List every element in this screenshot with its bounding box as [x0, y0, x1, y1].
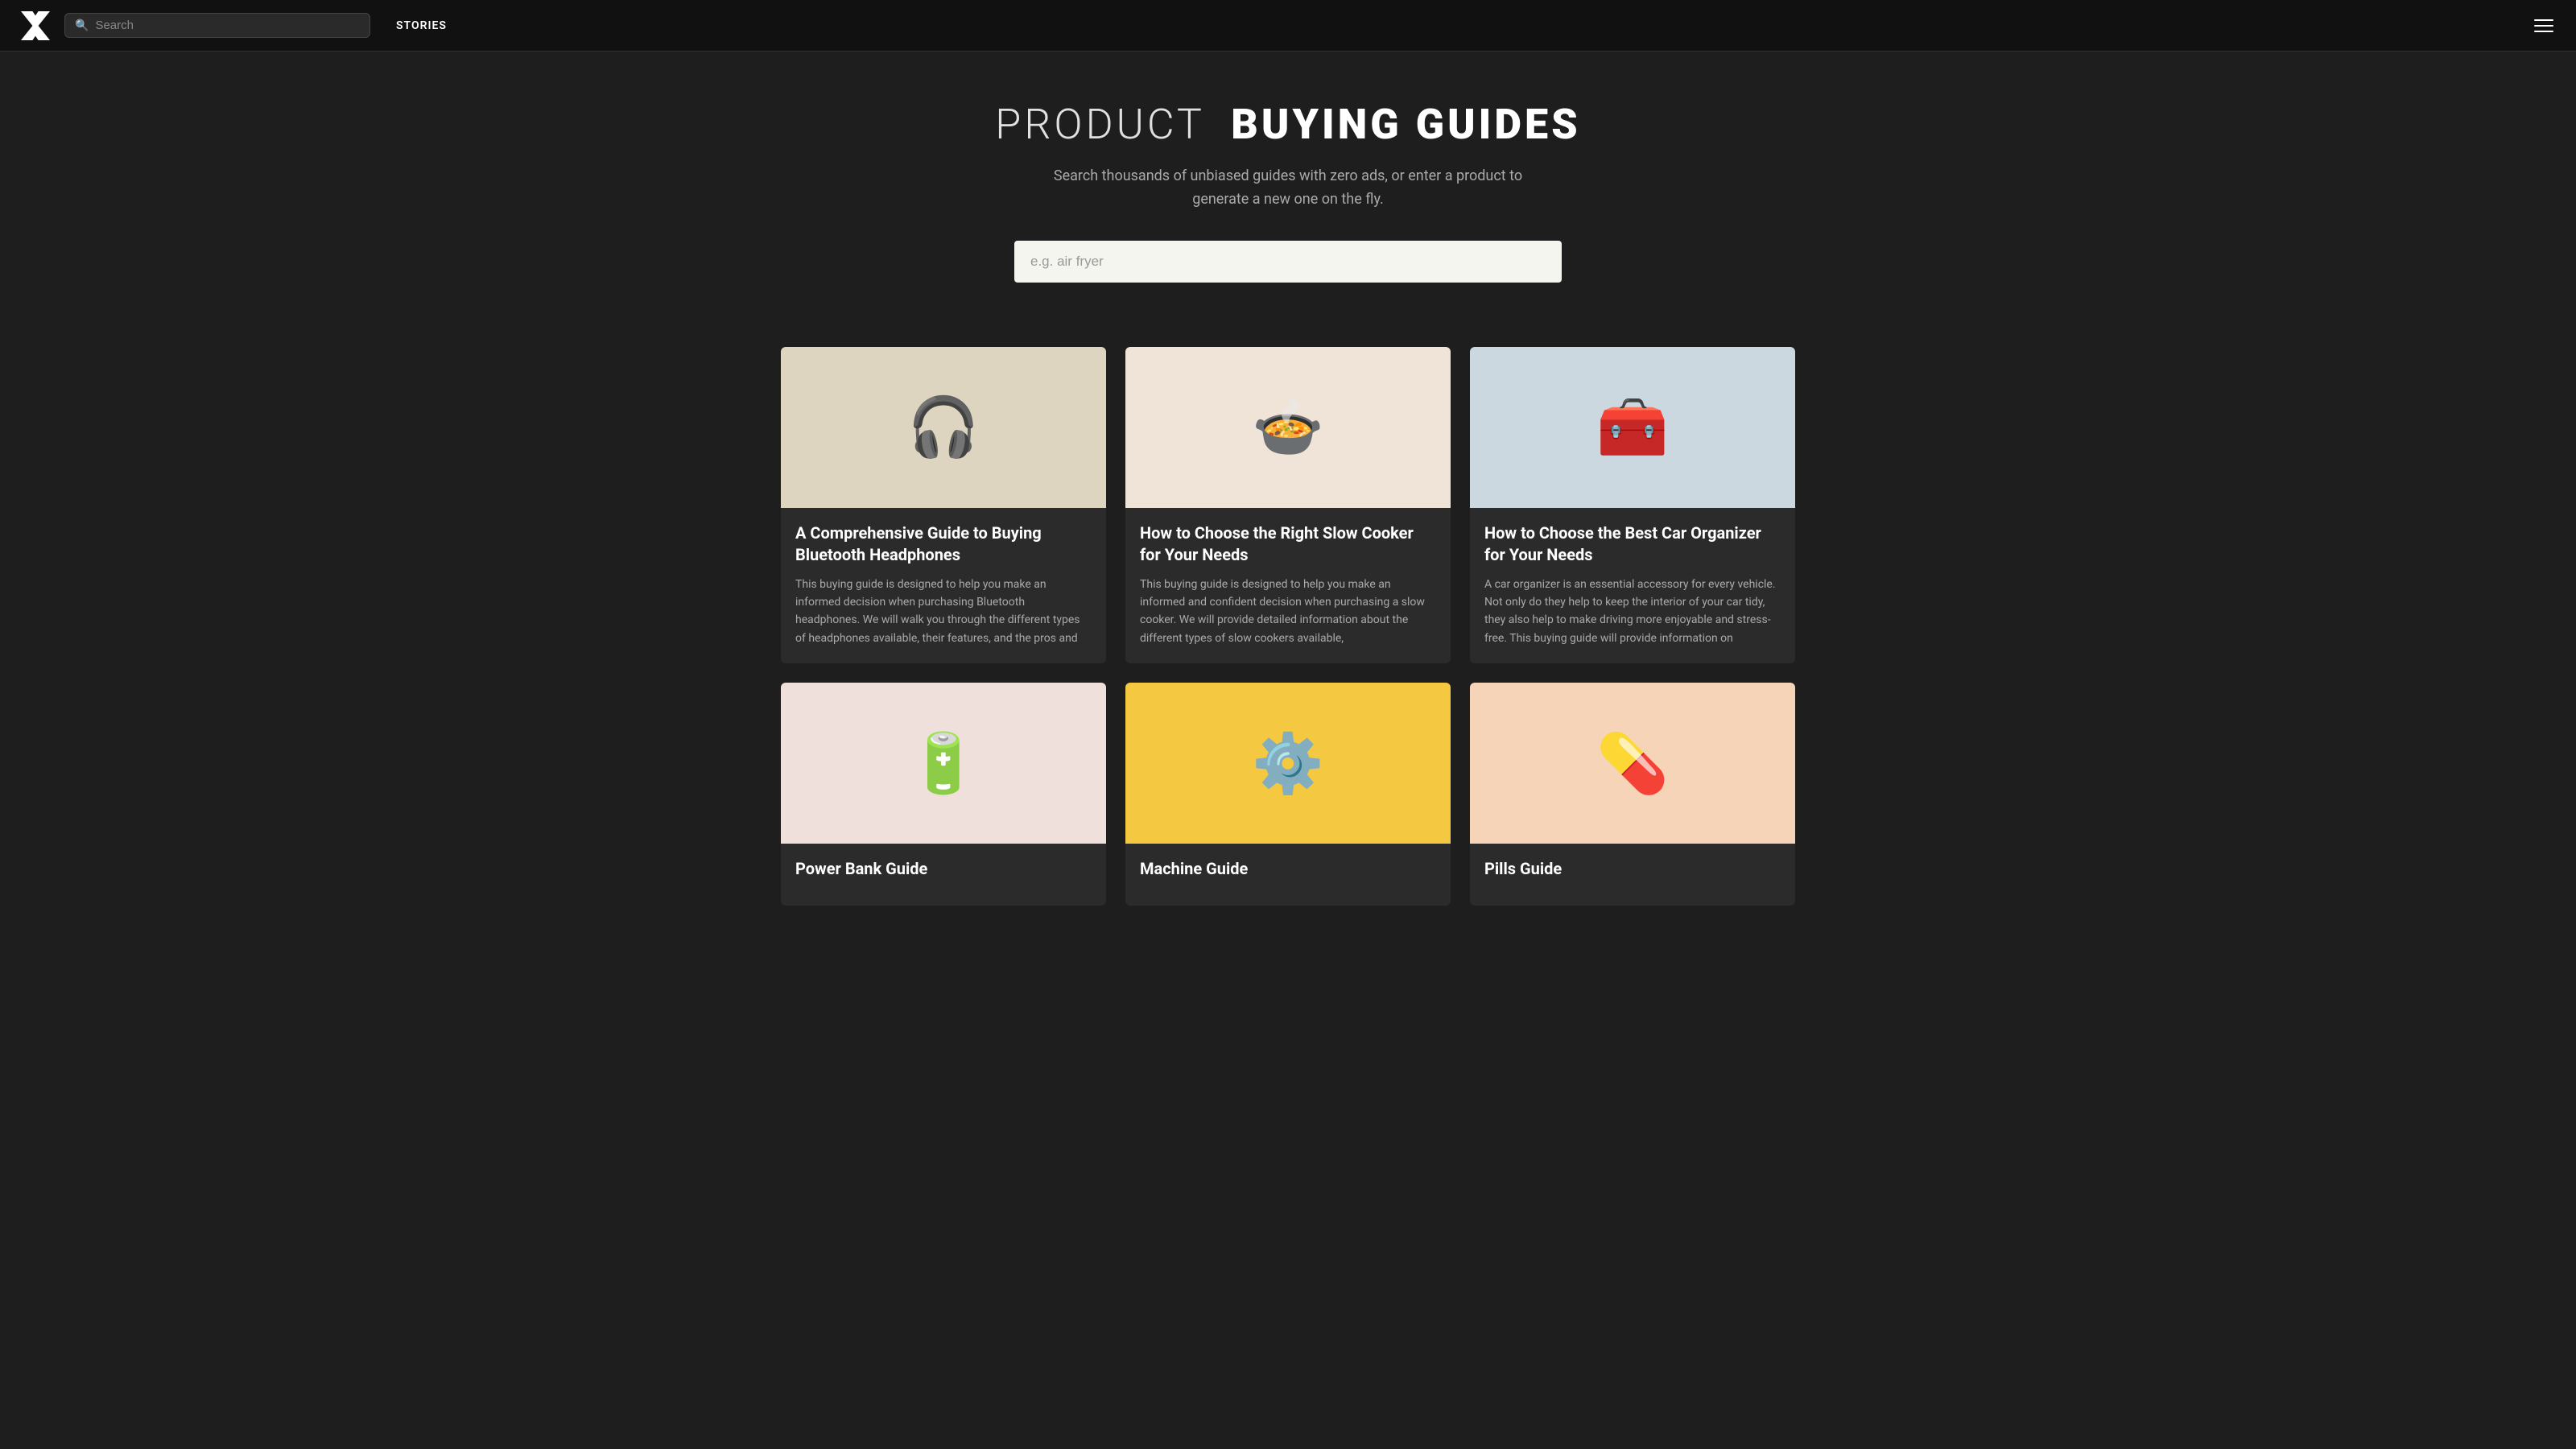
- x-logo-icon: [21, 11, 50, 40]
- card-body: How to Choose the Right Slow Cooker for …: [1125, 508, 1451, 664]
- menu-line-2: [2534, 25, 2553, 27]
- card-headphones[interactable]: 🎧 A Comprehensive Guide to Buying Blueto…: [781, 347, 1106, 664]
- logo[interactable]: [19, 10, 52, 42]
- hero-subtitle: Search thousands of unbiased guides with…: [1030, 165, 1546, 212]
- card-slow-cooker[interactable]: 🍲 How to Choose the Right Slow Cooker fo…: [1125, 347, 1451, 664]
- card-title: How to Choose the Right Slow Cooker for …: [1140, 522, 1436, 566]
- card-body: Machine Guide: [1125, 844, 1451, 906]
- title-light-text: PRODUCT: [995, 100, 1204, 149]
- bluetooth-headphones-illustration: 🎧: [781, 347, 1106, 508]
- hero-search-input[interactable]: [1014, 241, 1562, 283]
- card-machine[interactable]: ⚙️ Machine Guide: [1125, 683, 1451, 906]
- navbar-search-container: 🔍: [64, 13, 370, 38]
- card-body: Power Bank Guide: [781, 844, 1106, 906]
- power-bank-illustration: 🔋: [781, 683, 1106, 844]
- machine-illustration: ⚙️: [1125, 683, 1451, 844]
- card-title: Power Bank Guide: [795, 858, 1092, 880]
- pills-illustration: 💊: [1470, 683, 1795, 844]
- card-title: How to Choose the Best Car Organizer for…: [1484, 522, 1781, 566]
- card-description: A car organizer is an essential accessor…: [1484, 576, 1781, 648]
- card-pills[interactable]: 💊 Pills Guide: [1470, 683, 1795, 906]
- card-car-organizer[interactable]: 🧰 How to Choose the Best Car Organizer f…: [1470, 347, 1795, 664]
- menu-line-3: [2534, 31, 2553, 32]
- page-title: PRODUCT BUYING GUIDES: [16, 100, 2560, 149]
- car-organizer-illustration: 🧰: [1470, 347, 1795, 508]
- hamburger-menu-button[interactable]: [2531, 16, 2557, 35]
- navbar: 🔍 STORIES: [0, 0, 2576, 52]
- card-title: Machine Guide: [1140, 858, 1436, 880]
- card-body: Pills Guide: [1470, 844, 1795, 906]
- card-body: How to Choose the Best Car Organizer for…: [1470, 508, 1795, 664]
- cards-grid: 🎧 A Comprehensive Guide to Buying Blueto…: [781, 347, 1795, 906]
- navbar-search-wrapper: 🔍: [64, 13, 370, 38]
- card-description: This buying guide is designed to help yo…: [1140, 576, 1436, 648]
- card-title: Pills Guide: [1484, 858, 1781, 880]
- hero-search-wrapper: [1014, 241, 1562, 283]
- card-title: A Comprehensive Guide to Buying Bluetoot…: [795, 522, 1092, 566]
- title-bold-text: BUYING GUIDES: [1231, 100, 1580, 149]
- card-description: This buying guide is designed to help yo…: [795, 576, 1092, 648]
- card-body: A Comprehensive Guide to Buying Bluetoot…: [781, 508, 1106, 664]
- search-icon: 🔍: [75, 19, 89, 32]
- hero-section: PRODUCT BUYING GUIDES Search thousands o…: [0, 52, 2576, 315]
- stories-nav-link[interactable]: STORIES: [396, 19, 447, 32]
- navbar-search-input[interactable]: [95, 19, 360, 32]
- card-power-bank[interactable]: 🔋 Power Bank Guide: [781, 683, 1106, 906]
- cards-section: 🎧 A Comprehensive Guide to Buying Blueto…: [765, 347, 1811, 906]
- slow-cooker-illustration: 🍲: [1125, 347, 1451, 508]
- menu-line-1: [2534, 19, 2553, 21]
